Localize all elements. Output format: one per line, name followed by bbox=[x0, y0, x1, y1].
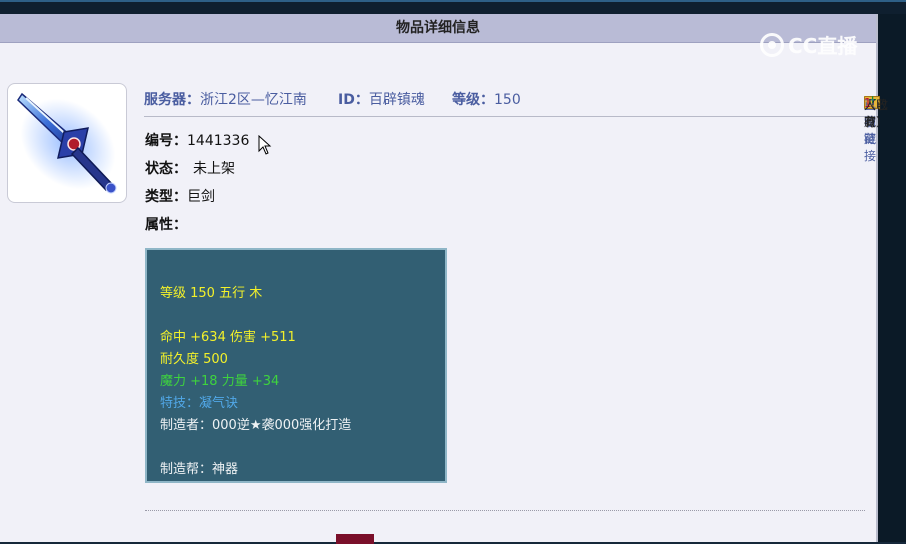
status-label: 状态： bbox=[145, 161, 187, 177]
id-value: 百辟镇魂 bbox=[368, 92, 425, 108]
stat-level-line: 等级 150 五行 木 bbox=[160, 286, 263, 301]
stat-hit-line: 命中 +634 伤害 +511 bbox=[160, 330, 296, 345]
level-value: 150 bbox=[494, 92, 521, 108]
id-label: ID： bbox=[338, 92, 369, 108]
server-field: 服务器：浙江2区—忆江南 bbox=[144, 89, 307, 109]
attributes-field: 属性： bbox=[145, 214, 187, 234]
mouse-pointer-icon bbox=[258, 135, 272, 155]
level-field: 等级：150 bbox=[452, 89, 521, 109]
stat-durability-line: 耐久度 500 bbox=[160, 352, 228, 367]
stat-maker-line: 制造者：000逆★袭000强化打造 bbox=[160, 418, 352, 433]
right-gutter bbox=[878, 14, 906, 542]
stat-guild-line: 制造帮：神器 bbox=[160, 462, 239, 477]
status-field: 状态： 未上架 bbox=[145, 158, 235, 178]
bottom-button[interactable] bbox=[336, 534, 374, 544]
watermark-text: CC直播 bbox=[788, 34, 858, 58]
watermark-logo-icon bbox=[760, 32, 784, 57]
item-image[interactable] bbox=[7, 83, 127, 203]
id-field: ID：百辟镇魂 bbox=[338, 89, 425, 109]
attributes-label: 属性： bbox=[145, 217, 187, 233]
panel-title: 物品详细信息 bbox=[0, 14, 876, 43]
type-value: 巨剑 bbox=[187, 189, 215, 205]
section-divider bbox=[145, 510, 865, 511]
level-label: 等级： bbox=[452, 92, 494, 108]
stream-watermark: CC直播 bbox=[760, 30, 857, 59]
type-label: 类型： bbox=[145, 189, 187, 205]
window-top-strip bbox=[0, 0, 906, 14]
item-info-row: 服务器：浙江2区—忆江南 ID：百辟镇魂 等级：150 复制链接 已收藏 （已有… bbox=[144, 86, 888, 163]
server-label: 服务器： bbox=[144, 92, 200, 108]
greatsword-image bbox=[17, 92, 117, 194]
stat-magic-line: 魔力 +18 力量 +34 bbox=[160, 374, 280, 389]
number-field: 编号：1441336 bbox=[145, 130, 249, 150]
item-stats-box: 等级 150 五行 木 命中 +634 伤害 +511 耐久度 500 魔力 +… bbox=[145, 248, 447, 483]
number-label: 编号： bbox=[145, 133, 187, 149]
status-value: 未上架 bbox=[193, 161, 235, 177]
type-field: 类型：巨剑 bbox=[145, 186, 215, 206]
top-accent-line bbox=[0, 0, 906, 2]
number-value: 1441336 bbox=[187, 133, 250, 149]
fav-suffix: 人收藏） bbox=[864, 98, 889, 129]
server-value: 浙江2区—忆江南 bbox=[200, 92, 307, 108]
stat-skill-line: 特技：凝气诀 bbox=[160, 396, 239, 411]
